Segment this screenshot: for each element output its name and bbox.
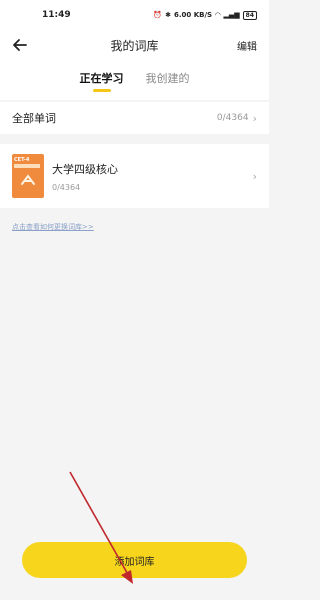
signal-icon: ▂▄▆ xyxy=(223,11,240,19)
status-time: 11:49 xyxy=(42,10,71,20)
arrow-left-icon xyxy=(13,39,27,51)
bluetooth-icon: ✱ xyxy=(165,11,172,19)
page-title: 我的词库 xyxy=(110,38,159,53)
all-words-label: 全部单词 xyxy=(12,112,56,125)
alarm-icon: ⏰ xyxy=(153,11,163,19)
chevron-right-icon: › xyxy=(252,111,257,125)
battery-icon: 84 xyxy=(242,10,257,20)
wifi-icon: ◠ xyxy=(215,11,221,19)
change-wordbook-help-link[interactable]: 点击查看如何更换词库>> xyxy=(12,222,94,232)
edit-button[interactable]: 编辑 xyxy=(237,38,257,53)
wordbook-card[interactable]: CET-4 大学四级核心 0/4364 › xyxy=(0,144,269,208)
top-nav-bar: 我的词库 编辑 xyxy=(0,30,269,60)
status-bar: 11:49 ⏰ ✱ 6.00 KB/S ◠ ▂▄▆ 84 xyxy=(0,0,269,30)
network-speed-text: 6.00 KB/S xyxy=(174,11,213,19)
tab-learning[interactable]: 正在学习 xyxy=(80,70,124,92)
book-cover-logo-icon xyxy=(21,174,35,185)
tab-created[interactable]: 我创建的 xyxy=(146,70,190,92)
book-cover-image: CET-4 xyxy=(12,154,44,198)
book-cover-band xyxy=(14,164,40,168)
book-progress: 0/4364 xyxy=(52,182,81,192)
book-name: 大学四级核心 xyxy=(52,162,118,176)
all-words-count: 0/4364 xyxy=(216,113,249,123)
chevron-right-icon: › xyxy=(252,169,257,183)
status-icons: ⏰ ✱ 6.00 KB/S ◠ ▂▄▆ 84 xyxy=(153,10,257,20)
book-info: 大学四级核心 0/4364 xyxy=(52,161,253,192)
add-wordbook-button[interactable]: 添加词库 xyxy=(22,542,247,578)
book-cover-tag: CET-4 xyxy=(14,157,30,163)
all-words-right: 0/4364 › xyxy=(217,112,257,125)
all-words-row[interactable]: 全部单词 0/4364 › xyxy=(0,102,269,134)
tab-bar: 正在学习 我创建的 xyxy=(0,60,269,100)
back-button[interactable] xyxy=(8,33,32,57)
